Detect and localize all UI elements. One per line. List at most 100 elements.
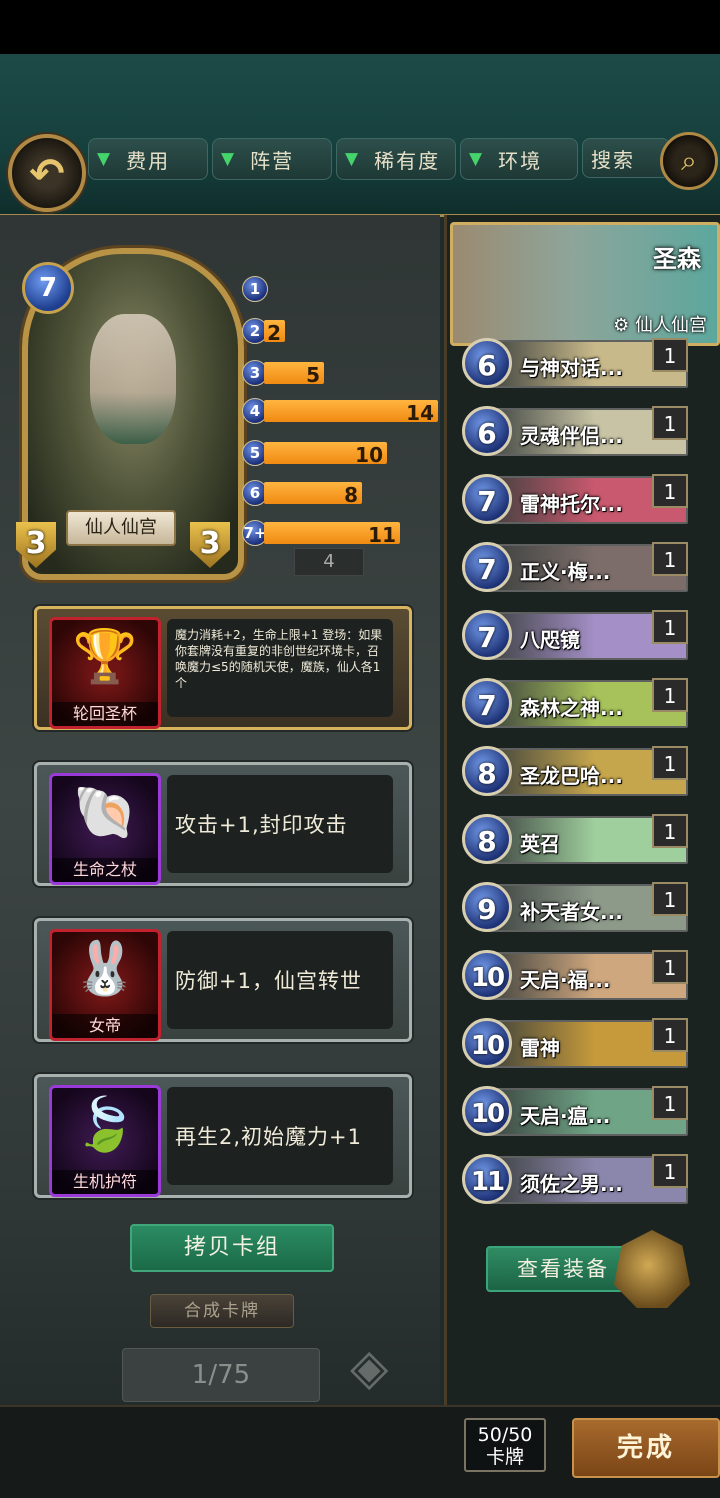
deck-card-row[interactable]: 7 雷神托尔... 1 (462, 474, 688, 528)
equipment-name: 生机护符 (52, 1170, 158, 1194)
deck-card-row[interactable]: 6 与神对话... 1 (462, 338, 688, 392)
card-count-badge: 1 (652, 610, 688, 644)
mana-curve-row: 4 14 (242, 398, 438, 425)
card-name: 须佐之男... (520, 1172, 623, 1196)
filter-environment-button[interactable]: ▼ 环境 (460, 138, 578, 180)
mana-curve-bar: 14 (264, 400, 438, 425)
back-button[interactable]: ↶ (8, 134, 86, 212)
equipment-icon-box: 🐚 生命之杖 (49, 773, 161, 885)
card-count-badge: 1 (652, 1154, 688, 1188)
equipment-icon-box: 🐰 女帝 (49, 929, 161, 1041)
card-cost-gem: 11 (462, 1154, 512, 1204)
equipment-name: 轮回圣杯 (52, 702, 158, 726)
mana-cost-badge: 1 (242, 276, 268, 302)
deck-card-row[interactable]: 8 圣龙巴哈... 1 (462, 746, 688, 800)
filter-cost-button[interactable]: ▼ 费用 (88, 138, 208, 180)
equipment-card[interactable]: 🐰 女帝 防御+1，仙宫转世 (34, 918, 412, 1042)
dropdown-triangle-icon: ▼ (469, 149, 485, 169)
next-page-arrow-icon[interactable]: ◈ (350, 1338, 410, 1408)
hero-cost-gem: 7 (22, 262, 74, 314)
card-name: 灵魂伴侣... (520, 424, 623, 448)
deck-hero-name: ⚙ 仙人仙宫 (613, 311, 707, 337)
card-count-badge: 1 (652, 814, 688, 848)
deck-card-row[interactable]: 9 补天者女... 1 (462, 882, 688, 936)
filter-label: 费用 (126, 148, 171, 173)
equipment-card[interactable]: 🏆 轮回圣杯 魔力消耗+2，生命上限+1 登场：如果你套牌没有重复的非创世纪环境… (34, 606, 412, 730)
card-name: 雷神 (520, 1036, 560, 1060)
card-name: 与神对话... (520, 356, 623, 380)
equipment-icon-box: 🍃 生机护符 (49, 1085, 161, 1197)
deck-hero-banner[interactable]: 圣森 ⚙ 仙人仙宫 (450, 222, 720, 346)
done-button[interactable]: 完成 (572, 1418, 720, 1478)
background-slot: 4 (294, 548, 364, 576)
deck-card-row[interactable]: 6 灵魂伴侣... 1 (462, 406, 688, 460)
copy-deck-button[interactable]: 拷贝卡组 (130, 1224, 334, 1272)
card-count-badge: 1 (652, 882, 688, 916)
card-cost-gem: 8 (462, 814, 512, 864)
back-arrow-icon: ↶ (29, 148, 65, 198)
card-cost-gem: 7 (462, 610, 512, 660)
card-count-badge: 1 (652, 542, 688, 576)
deck-count-value: 50/50 (477, 1424, 533, 1446)
mana-curve-count: 10 (355, 443, 383, 467)
deck-card-row[interactable]: 10 天启·瘟... 1 (462, 1086, 688, 1140)
gear-icon: ⚙ (613, 315, 630, 336)
card-count-badge: 1 (652, 678, 688, 712)
mana-curve-bar: 11 (264, 522, 400, 547)
mana-curve-bar: 10 (264, 442, 387, 467)
card-count-badge: 1 (652, 1018, 688, 1052)
dropdown-triangle-icon: ▼ (97, 149, 113, 169)
craft-card-button[interactable]: 合成卡牌 (150, 1294, 294, 1328)
card-name: 英召 (520, 832, 560, 856)
filter-rarity-button[interactable]: ▼ 稀有度 (336, 138, 456, 180)
search-input[interactable]: 搜索 (582, 138, 670, 178)
mana-curve-row: 5 10 (242, 440, 424, 467)
deck-card-row[interactable]: 8 英召 1 (462, 814, 688, 868)
card-count-badge: 1 (652, 338, 688, 372)
mana-curve-count: 5 (306, 363, 320, 387)
card-name: 天启·福... (520, 968, 611, 992)
card-count-badge: 1 (652, 1086, 688, 1120)
deck-card-row[interactable]: 10 雷神 1 (462, 1018, 688, 1072)
card-count-badge: 1 (652, 474, 688, 508)
mana-curve-bar: 8 (264, 482, 362, 507)
mana-curve-count: 2 (267, 321, 281, 345)
mana-curve-count: 11 (368, 523, 396, 547)
mana-curve-count: 14 (406, 401, 434, 425)
hero-name: 仙人仙宫 (66, 510, 176, 546)
hero-health-value: 3 (199, 525, 221, 561)
mana-curve-row: 35 (242, 360, 424, 387)
card-count-badge: 1 (652, 746, 688, 780)
mana-curve-row: 7+ 11 (242, 520, 424, 547)
equipment-description: 再生2,初始魔力+1 (167, 1087, 393, 1185)
deck-count-badge: 50/50 卡牌 (464, 1418, 546, 1472)
search-icon[interactable]: ⌕ (660, 132, 718, 190)
equipment-card[interactable]: 🍃 生机护符 再生2,初始魔力+1 (34, 1074, 412, 1198)
card-cost-gem: 7 (462, 474, 512, 524)
card-cost-gem: 7 (462, 542, 512, 592)
filter-faction-button[interactable]: ▼ 阵营 (212, 138, 332, 180)
card-cost-gem: 6 (462, 406, 512, 456)
hero-attack-value: 3 (25, 525, 47, 561)
dropdown-triangle-icon: ▼ (345, 149, 361, 169)
mana-curve-bar: 5 (264, 362, 324, 387)
deck-card-row[interactable]: 11 须佐之男... 1 (462, 1154, 688, 1208)
card-name: 天启·瘟... (520, 1104, 611, 1128)
top-bar (0, 54, 720, 217)
deck-card-row[interactable]: 7 森林之神... 1 (462, 678, 688, 732)
mana-curve-count: 8 (344, 483, 358, 507)
deck-card-row[interactable]: 10 天启·福... 1 (462, 950, 688, 1004)
equipment-name: 女帝 (52, 1014, 158, 1038)
deck-panel (444, 215, 720, 1405)
page-indicator: 1/75 (122, 1348, 320, 1402)
hero-cost: 7 (38, 273, 58, 303)
bunny-ears-icon: 🐰 (72, 939, 138, 999)
mana-curve-row: 68 (242, 480, 424, 507)
card-name: 正义·梅... (520, 560, 611, 584)
card-cost-gem: 6 (462, 338, 512, 388)
search-label: 搜索 (591, 147, 635, 172)
deck-card-row[interactable]: 7 八咫镜 1 (462, 610, 688, 664)
card-name: 补天者女... (520, 900, 623, 924)
equipment-card[interactable]: 🐚 生命之杖 攻击+1,封印攻击 (34, 762, 412, 886)
deck-card-row[interactable]: 7 正义·梅... 1 (462, 542, 688, 596)
